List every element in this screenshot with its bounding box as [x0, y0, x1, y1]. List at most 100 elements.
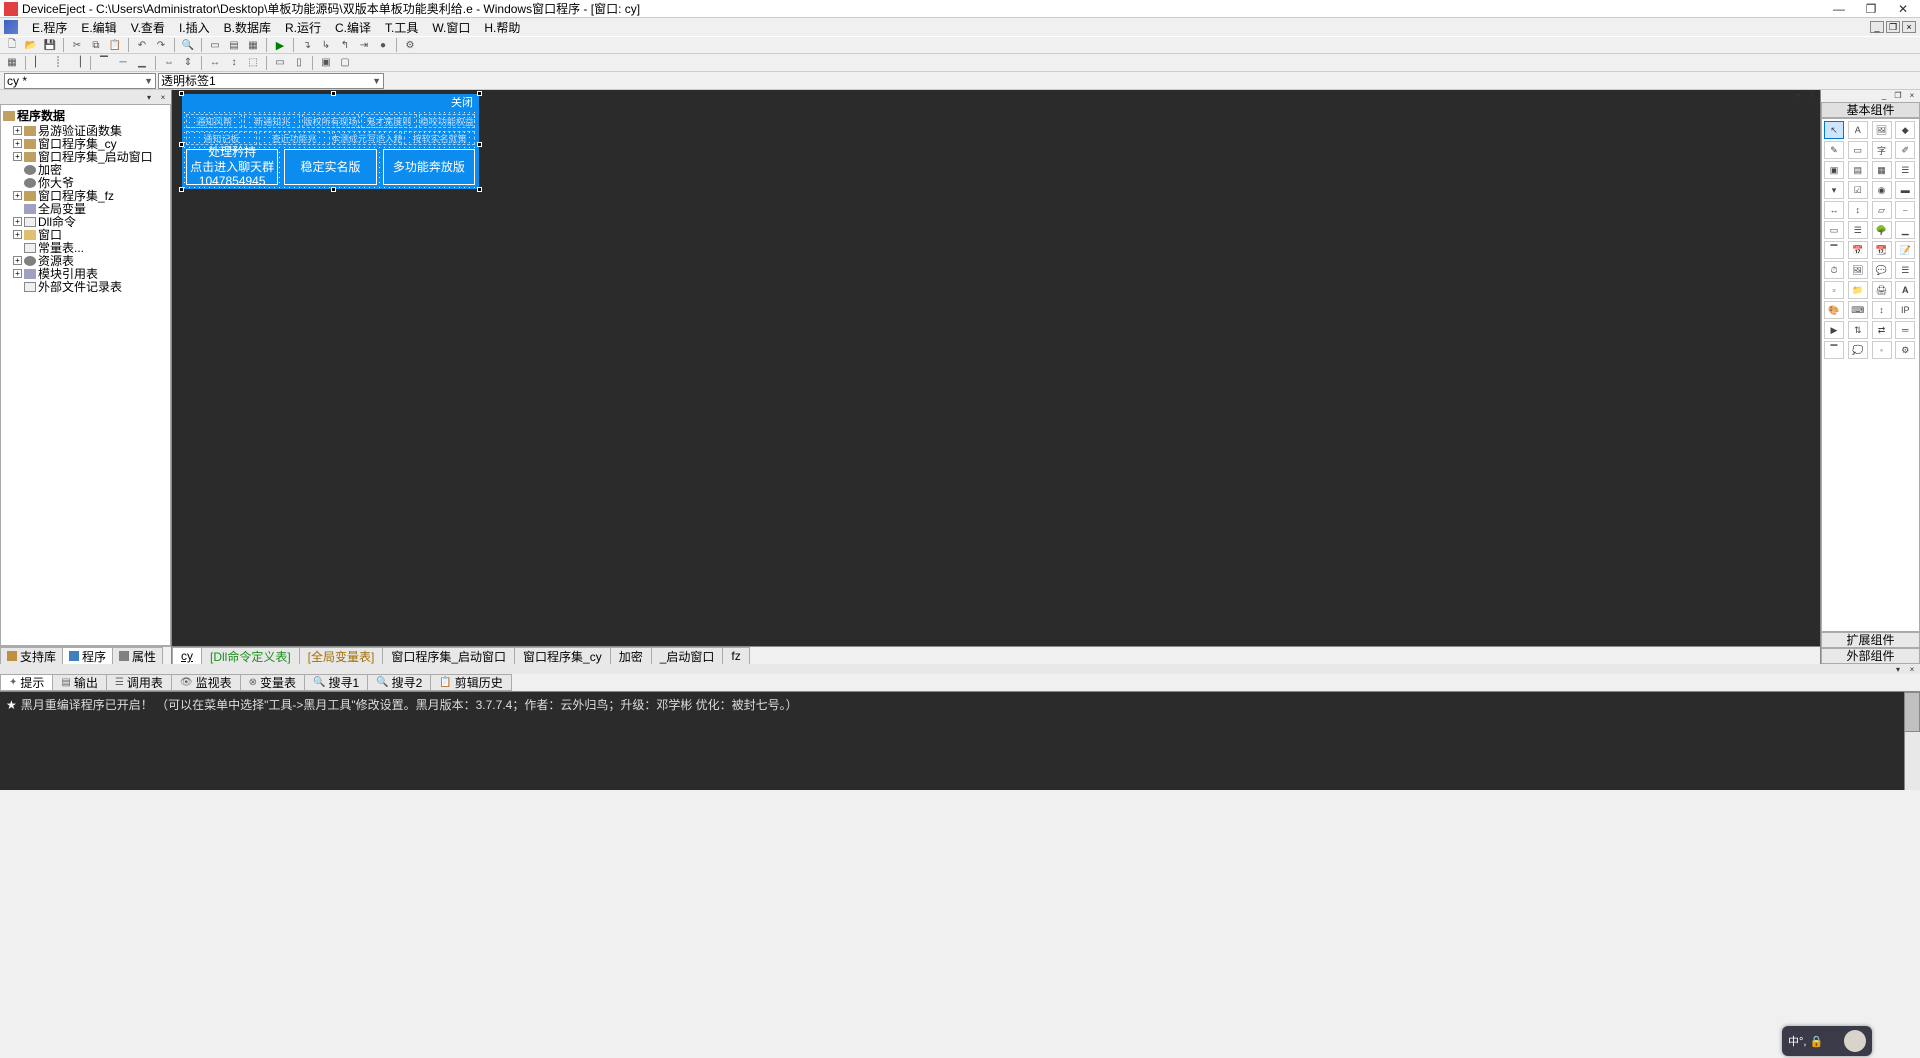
cut-icon[interactable]: ✂	[69, 37, 85, 53]
mdi-minimize-icon[interactable]: _	[1870, 21, 1884, 33]
tree-item[interactable]: +窗口程序集_启动窗口	[3, 150, 168, 163]
grid-component-icon[interactable]: ▦	[1872, 161, 1892, 179]
char-component-icon[interactable]: 字	[1872, 141, 1892, 159]
panel-menu-icon[interactable]: ▾	[1792, 90, 1804, 100]
expand-icon[interactable]: +	[13, 152, 22, 161]
color-dialog-icon[interactable]: 🎨	[1824, 301, 1844, 319]
calendar-component-icon[interactable]: 📅	[1848, 241, 1868, 259]
timer-component-icon[interactable]: ⏱	[1824, 261, 1844, 279]
ip-component-icon[interactable]: IP	[1895, 301, 1915, 319]
tree-item[interactable]: 外部文件记录表	[3, 280, 168, 293]
tab-monitor[interactable]: 👁监视表	[171, 674, 241, 691]
tab-vartable[interactable]: ⊗变量表	[240, 674, 305, 691]
popup-component-icon[interactable]: ▫	[1824, 281, 1844, 299]
tab-support-lib[interactable]: 支持库	[0, 647, 63, 664]
align-center-icon[interactable]: ┊	[50, 55, 66, 71]
combo-component-icon[interactable]: ▾	[1824, 181, 1844, 199]
checkbox-component-icon[interactable]: ☑	[1848, 181, 1868, 199]
menu-database[interactable]: B.数据库	[218, 19, 277, 36]
richedit-component-icon[interactable]: 📝	[1895, 241, 1915, 259]
label-control[interactable]: 通知风帮	[186, 114, 242, 128]
align-bottom-icon[interactable]: ▁	[134, 55, 150, 71]
panel-pin-icon[interactable]: ▾	[1892, 664, 1904, 674]
panel-close-icon[interactable]: ×	[157, 92, 169, 102]
panel-close-icon[interactable]: ×	[1906, 90, 1918, 100]
undo-icon[interactable]: ↶	[134, 37, 150, 53]
draw-component-icon[interactable]: ✐	[1895, 141, 1915, 159]
mdi-close-icon[interactable]: ×	[1902, 21, 1916, 33]
tab-output[interactable]: ▤输出	[52, 674, 106, 691]
print-component-icon[interactable]: 🖨	[1872, 281, 1892, 299]
editor-tab-winset-cy[interactable]: 窗口程序集_cy	[514, 647, 611, 664]
tree-item[interactable]: 全局变量	[3, 202, 168, 215]
code-icon[interactable]: ▦	[245, 37, 261, 53]
label-control[interactable]: 成本测成元写适入精例	[332, 131, 403, 145]
menu-component-icon[interactable]: ☰	[1895, 261, 1915, 279]
button-component-icon[interactable]: ▬	[1895, 181, 1915, 199]
run-icon[interactable]: ▶	[272, 37, 288, 53]
label-component-icon[interactable]: A	[1848, 121, 1868, 139]
vscroll-component-icon[interactable]: ↕	[1848, 201, 1868, 219]
same-width-icon[interactable]: ↔	[207, 55, 223, 71]
minimize-button[interactable]: —	[1832, 2, 1846, 16]
tree-item[interactable]: 常量表...	[3, 241, 168, 254]
toolbar-component-icon[interactable]: ▔	[1824, 241, 1844, 259]
save-icon[interactable]: 💾	[42, 37, 58, 53]
editor-tab-startwin[interactable]: 窗口程序集_启动窗口	[382, 647, 515, 664]
resize-handle[interactable]	[477, 91, 482, 96]
pointer-tool-icon[interactable]: ↖	[1824, 121, 1844, 139]
tab-search1[interactable]: 🔍搜寻1	[304, 674, 368, 691]
pager-component-icon[interactable]: ⇄	[1872, 321, 1892, 339]
same-size-icon[interactable]: ⬚	[245, 55, 261, 71]
radio-component-icon[interactable]: ◉	[1872, 181, 1892, 199]
edit-component-icon[interactable]: ✎	[1824, 141, 1844, 159]
maximize-button[interactable]: ❐	[1864, 2, 1878, 16]
label-control[interactable]: 新通知兆	[244, 114, 300, 128]
expand-icon[interactable]: +	[13, 126, 22, 135]
align-middle-icon[interactable]: ─	[115, 55, 131, 71]
statusbar-component-icon[interactable]: ▁	[1895, 221, 1915, 239]
send-back-icon[interactable]: ▢	[337, 55, 353, 71]
imagelist-component-icon[interactable]: 🖼	[1848, 261, 1868, 279]
palette-tab-external[interactable]: 外部组件	[1821, 648, 1920, 664]
menu-insert[interactable]: I.插入	[173, 19, 216, 36]
menu-tools[interactable]: T.工具	[379, 19, 424, 36]
align-right-icon[interactable]: ▕	[69, 55, 85, 71]
slider-component-icon[interactable]: ⎯	[1895, 201, 1915, 219]
editor-tab-startwindow[interactable]: _启动窗口	[651, 647, 724, 664]
updown-component-icon[interactable]: ⇅	[1848, 321, 1868, 339]
resize-handle[interactable]	[477, 142, 482, 147]
tab-cliphistory[interactable]: 📋剪辑历史	[430, 674, 511, 691]
menu-window[interactable]: W.窗口	[426, 19, 476, 36]
align-left-icon[interactable]: ▏	[31, 55, 47, 71]
tab-calltable[interactable]: ☰调用表	[106, 674, 172, 691]
spin-component-icon[interactable]: ↕	[1872, 301, 1892, 319]
redo-icon[interactable]: ↷	[153, 37, 169, 53]
step-over-icon[interactable]: ↴	[299, 37, 315, 53]
form-button-1[interactable]: 处理矜持 点击进入聊天群 1047854945	[186, 149, 278, 185]
palette-tab-ext[interactable]: 扩展组件	[1821, 632, 1920, 648]
list-component-icon[interactable]: ☰	[1895, 161, 1915, 179]
tab-property[interactable]: 属性	[112, 647, 163, 664]
form-close-label[interactable]: 关闭	[451, 94, 473, 110]
center-vert-icon[interactable]: ▯	[291, 55, 307, 71]
scrollbar-thumb[interactable]	[1904, 692, 1920, 732]
hscroll-component-icon[interactable]: ↔	[1824, 201, 1844, 219]
grid-icon[interactable]: ▦	[4, 55, 20, 71]
form-button-3[interactable]: 多功能奔放版	[383, 149, 475, 185]
object-selector-combo[interactable]: cy * ▼	[4, 73, 156, 89]
compile-icon[interactable]: ⚙	[402, 37, 418, 53]
expand-icon[interactable]: +	[13, 191, 22, 200]
resize-handle[interactable]	[179, 91, 184, 96]
label-control[interactable]: 通知记板	[186, 131, 257, 145]
tab-tips[interactable]: ✦提示	[0, 674, 53, 691]
font-dialog-icon[interactable]: 𝐀	[1895, 281, 1915, 299]
date-component-icon[interactable]: 📆	[1872, 241, 1892, 259]
form-icon[interactable]: ▭	[207, 37, 223, 53]
panel-pin-icon[interactable]: ▾	[143, 92, 155, 102]
panel-close-icon[interactable]: ×	[1806, 90, 1818, 100]
resize-handle[interactable]	[477, 187, 482, 192]
mdi-restore-icon[interactable]: ❐	[1886, 21, 1900, 33]
find-icon[interactable]: 🔍	[180, 37, 196, 53]
trackbar-component-icon[interactable]: ◦	[1872, 341, 1892, 359]
